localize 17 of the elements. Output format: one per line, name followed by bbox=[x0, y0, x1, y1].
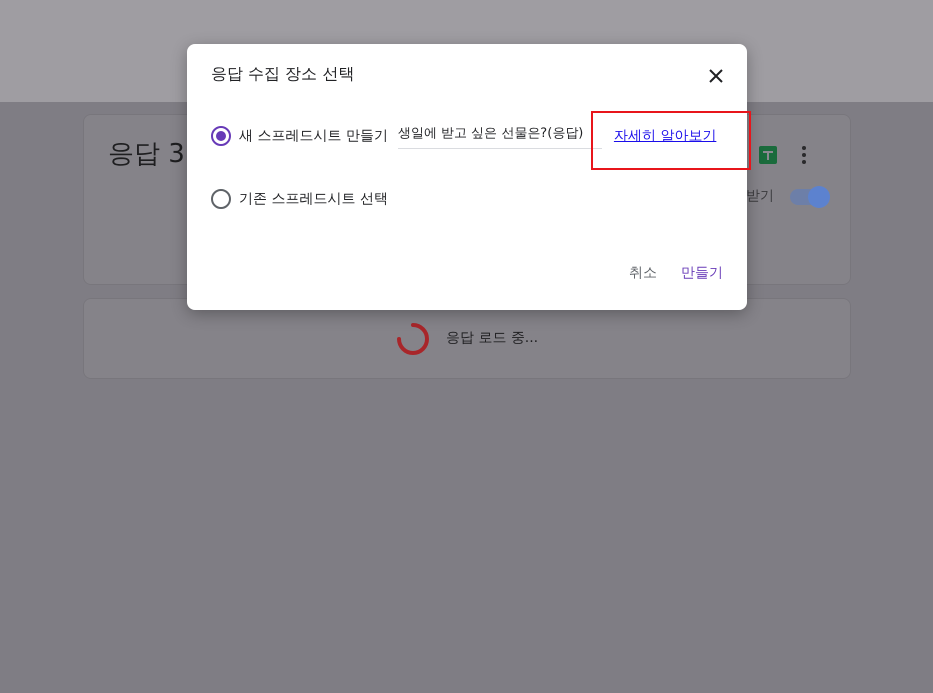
toggle-label: 받기 bbox=[746, 187, 774, 206]
cancel-button[interactable]: 취소 bbox=[621, 257, 665, 290]
loading-text: 응답 로드 중... bbox=[446, 329, 538, 348]
option-label: 새 스프레드시트 만들기 bbox=[239, 126, 388, 146]
responses-title: 응답 3 bbox=[108, 138, 185, 171]
create-button[interactable]: 만들기 bbox=[673, 257, 731, 290]
more-icon[interactable] bbox=[802, 146, 806, 164]
radio-option[interactable]: 기존 스프레드시트 선택 bbox=[211, 188, 388, 210]
radio-button[interactable] bbox=[211, 126, 231, 146]
spreadsheet-name-field[interactable]: 생일에 받고 싶은 선물은?(응답) bbox=[398, 124, 602, 148]
radio-option[interactable]: 새 스프레드시트 만들기 bbox=[211, 126, 388, 147]
radio-button[interactable] bbox=[211, 189, 231, 209]
option-label: 기존 스프레드시트 선택 bbox=[239, 190, 388, 208]
loading-spinner-icon bbox=[396, 322, 430, 356]
toggle-switch[interactable] bbox=[790, 188, 828, 204]
learn-more-link[interactable]: 자세히 알아보기 bbox=[614, 126, 716, 147]
dialog-title: 응답 수집 장소 선택 bbox=[211, 63, 354, 85]
